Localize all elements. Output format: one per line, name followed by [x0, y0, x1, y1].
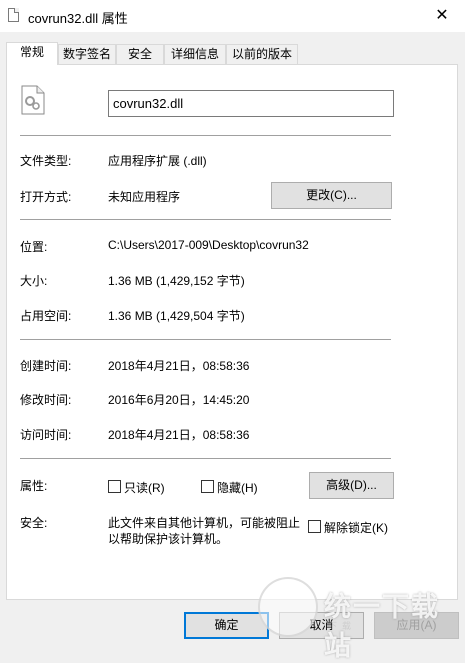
- tab-security[interactable]: 安全: [116, 44, 164, 64]
- tab-general[interactable]: 常规: [6, 42, 58, 65]
- close-button[interactable]: ✕: [419, 0, 465, 32]
- window-title: covrun32.dll 属性: [28, 11, 128, 26]
- divider: [20, 219, 391, 220]
- tab-digital-signatures[interactable]: 数字签名: [58, 44, 116, 64]
- dll-file-icon: [21, 85, 45, 115]
- security-label: 安全:: [20, 516, 48, 530]
- change-button[interactable]: 更改(C)...: [271, 182, 392, 209]
- divider: [20, 339, 391, 340]
- size-label: 大小:: [20, 274, 48, 288]
- tab-previous-versions[interactable]: 以前的版本: [226, 44, 298, 64]
- modified-label: 修改时间:: [20, 393, 72, 407]
- size-on-disk-value: 1.36 MB (1,429,504 字节): [108, 309, 245, 323]
- opens-with-value: 未知应用程序: [108, 190, 181, 204]
- modified-value: 2016年6月20日，14:45:20: [108, 393, 250, 407]
- unblock-label[interactable]: 解除锁定(K): [324, 519, 388, 536]
- readonly-checkbox[interactable]: [108, 480, 121, 493]
- filename-field[interactable]: covrun32.dll: [108, 90, 394, 117]
- location-value: C:\Users\2017-009\Desktop\covrun32: [108, 238, 309, 252]
- advanced-button[interactable]: 高级(D)...: [309, 472, 394, 499]
- created-value: 2018年4月21日，08:58:36: [108, 359, 250, 373]
- divider: [20, 135, 391, 136]
- title-bar: covrun32.dll 属性 ✕: [0, 0, 465, 32]
- size-on-disk-label: 占用空间:: [20, 309, 72, 323]
- created-label: 创建时间:: [20, 359, 72, 373]
- cancel-button[interactable]: 取消: [279, 612, 364, 639]
- accessed-label: 访问时间:: [20, 428, 72, 442]
- divider: [20, 458, 391, 459]
- unblock-checkbox[interactable]: [308, 520, 321, 533]
- size-value: 1.36 MB (1,429,152 字节): [108, 274, 245, 288]
- accessed-value: 2018年4月21日，08:58:36: [108, 428, 250, 442]
- security-message-line2: 以帮助保护该计算机。: [108, 532, 229, 546]
- attributes-label: 属性:: [20, 479, 48, 493]
- file-type-value: 应用程序扩展 (.dll): [108, 154, 207, 168]
- file-type-label: 文件类型:: [20, 154, 72, 168]
- apply-button[interactable]: 应用(A): [374, 612, 459, 639]
- location-label: 位置:: [20, 240, 48, 254]
- hidden-checkbox[interactable]: [201, 480, 214, 493]
- security-message-line1: 此文件来自其他计算机，可能被阻止: [108, 516, 301, 530]
- ok-button[interactable]: 确定: [184, 612, 269, 639]
- file-icon: [8, 8, 19, 22]
- opens-with-label: 打开方式:: [20, 190, 72, 204]
- hidden-label[interactable]: 隐藏(H): [217, 479, 258, 496]
- readonly-label[interactable]: 只读(R): [124, 479, 165, 496]
- tab-details[interactable]: 详细信息: [164, 44, 226, 64]
